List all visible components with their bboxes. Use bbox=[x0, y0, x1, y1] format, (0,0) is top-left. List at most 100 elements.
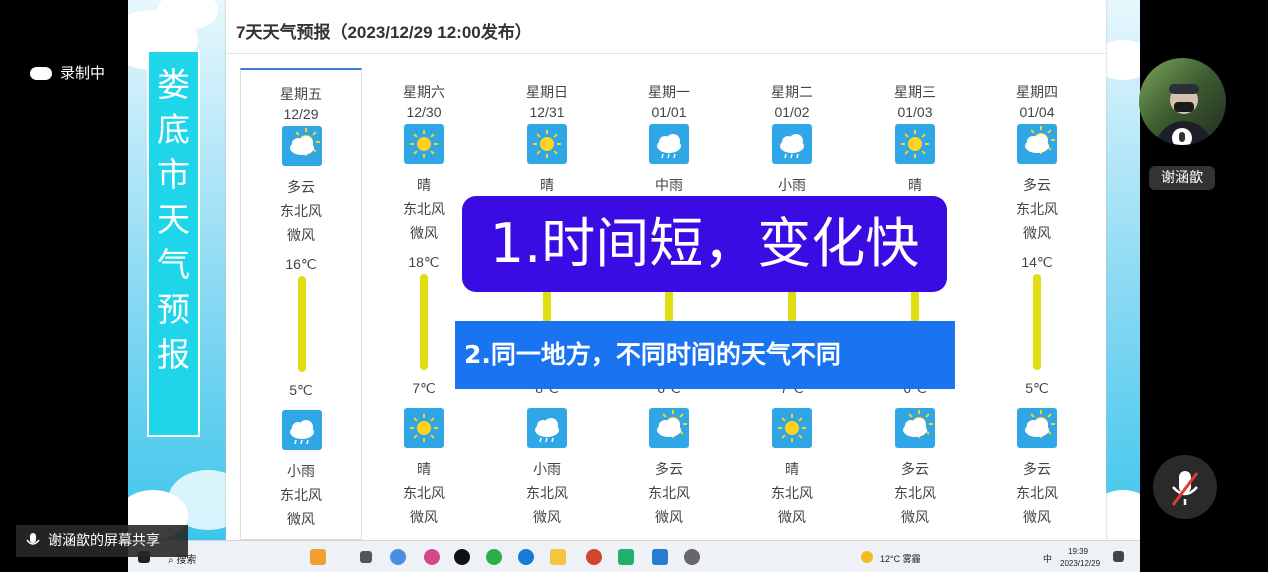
forecast-day-1[interactable]: 星期五 12/29 多云 东北风 微风 16℃ 5℃ 小雨 东北风 微风 bbox=[240, 68, 362, 540]
forecast-day-6[interactable]: 星期三01/03晴6℃多云东北风微风 bbox=[854, 68, 976, 540]
task-view-icon[interactable] bbox=[360, 551, 372, 563]
weekday: 星期一 bbox=[648, 84, 690, 100]
high-temp: 14℃ bbox=[1021, 254, 1053, 270]
wind-direction: 东北风 bbox=[1016, 201, 1058, 217]
light-rain-icon bbox=[772, 124, 812, 164]
day-weather: 晴 bbox=[540, 177, 554, 193]
screen-share-banner: 谢涵歆的屏幕共享 bbox=[16, 525, 188, 557]
app-icon[interactable] bbox=[424, 549, 440, 565]
sunny-icon bbox=[772, 408, 812, 448]
temp-range-bar bbox=[1033, 274, 1041, 370]
night-wind-level: 微风 bbox=[778, 509, 806, 525]
night-weather: 多云 bbox=[655, 461, 683, 477]
forecast-day-2[interactable]: 星期六 12/30 晴东北风 微风 18℃ 7℃ 晴东北风 微风 bbox=[363, 68, 485, 540]
mic-icon bbox=[26, 533, 40, 545]
night-wind-direction: 东北风 bbox=[403, 485, 445, 501]
photos-icon[interactable] bbox=[652, 549, 668, 565]
settings-icon[interactable] bbox=[684, 549, 700, 565]
night-weather: 小雨 bbox=[287, 463, 315, 479]
weekday: 星期四 bbox=[1016, 84, 1058, 100]
partly-cloudy-icon bbox=[649, 408, 689, 448]
vertical-title-char: 天 bbox=[157, 200, 190, 239]
moderate-rain-icon bbox=[649, 124, 689, 164]
date: 01/01 bbox=[651, 104, 687, 120]
vertical-title-char: 报 bbox=[157, 335, 190, 374]
vertical-title-char: 气 bbox=[157, 245, 190, 284]
date: 01/04 bbox=[1019, 104, 1055, 120]
night-wind-direction: 东北风 bbox=[648, 485, 690, 501]
notification-icon[interactable] bbox=[1113, 551, 1124, 562]
high-temp: 16℃ bbox=[285, 256, 317, 272]
forecast-day-7[interactable]: 星期四 01/04 多云 东北风 微风 14℃ 5℃ 多云 东北风 微风 bbox=[976, 68, 1098, 540]
clock-date[interactable]: 2023/12/29 bbox=[1060, 559, 1100, 568]
temp-range-bar bbox=[420, 274, 428, 370]
night-weather: 多云 bbox=[901, 461, 929, 477]
night-wind-direction: 东北风 bbox=[1016, 485, 1058, 501]
sunny-icon bbox=[895, 124, 935, 164]
vertical-title-char: 市 bbox=[157, 155, 190, 194]
partly-cloudy-icon bbox=[895, 408, 935, 448]
qq-icon[interactable] bbox=[454, 549, 470, 565]
recording-label: 录制中 bbox=[60, 64, 106, 82]
share-label: 谢涵歆的屏幕共享 bbox=[48, 533, 160, 549]
edge-icon[interactable] bbox=[518, 549, 534, 565]
browser-icon[interactable] bbox=[390, 549, 406, 565]
app-icon[interactable] bbox=[310, 549, 326, 565]
weekday: 星期六 bbox=[403, 84, 445, 100]
weekday: 星期三 bbox=[894, 84, 936, 100]
light-rain-icon bbox=[527, 408, 567, 448]
temp-range-bar bbox=[298, 276, 306, 372]
forecast-title: 7天天气预报（2023/12/29 12:00发布） bbox=[236, 23, 532, 42]
date: 12/30 bbox=[406, 104, 442, 120]
headline-overlay: 1.时间短，变化快 bbox=[462, 196, 947, 292]
folder-icon[interactable] bbox=[550, 549, 566, 565]
weekday: 星期日 bbox=[526, 84, 568, 100]
recording-indicator: 录制中 bbox=[30, 62, 105, 83]
day-weather: 多云 bbox=[287, 179, 315, 195]
day-weather: 小雨 bbox=[778, 177, 806, 193]
weather-icon bbox=[861, 551, 873, 563]
vertical-title-char: 预 bbox=[157, 290, 190, 329]
night-wind-level: 微风 bbox=[655, 509, 683, 525]
night-wind-level: 微风 bbox=[287, 511, 315, 527]
night-wind-level: 微风 bbox=[901, 509, 929, 525]
sunny-icon bbox=[404, 408, 444, 448]
day-weather: 多云 bbox=[1023, 177, 1051, 193]
mic-muted-icon bbox=[1171, 471, 1199, 506]
sunny-icon bbox=[527, 124, 567, 164]
day-weather: 晴 bbox=[908, 177, 922, 193]
forecast-day-3[interactable]: 星期日12/31晴8℃小雨东北风微风 bbox=[486, 68, 608, 540]
date: 12/31 bbox=[529, 104, 565, 120]
night-wind-direction: 东北风 bbox=[771, 485, 813, 501]
vertical-title: 娄底市天气预报 bbox=[147, 50, 200, 437]
forecast-day-5[interactable]: 星期二01/02小雨7℃晴东北风微风 bbox=[731, 68, 853, 540]
wind-direction: 东北风 bbox=[280, 203, 322, 219]
clock-time[interactable]: 19:39 bbox=[1068, 547, 1088, 556]
date: 01/03 bbox=[897, 104, 933, 120]
night-wind-direction: 东北风 bbox=[894, 485, 936, 501]
night-wind-level: 微风 bbox=[410, 509, 438, 525]
night-weather: 晴 bbox=[785, 461, 799, 477]
mute-button[interactable] bbox=[1153, 455, 1217, 519]
day-weather: 晴 bbox=[417, 177, 431, 193]
date: 01/02 bbox=[774, 104, 810, 120]
low-temp: 5℃ bbox=[289, 382, 313, 398]
sunny-icon bbox=[404, 124, 444, 164]
powerpoint-icon[interactable] bbox=[586, 549, 602, 565]
wechat-icon[interactable] bbox=[486, 549, 502, 565]
vertical-title-char: 娄 bbox=[157, 65, 190, 104]
low-temp: 5℃ bbox=[1025, 380, 1049, 396]
night-wind-level: 微风 bbox=[1023, 509, 1051, 525]
forecast-day-4[interactable]: 星期一01/01中雨6℃多云东北风微风 bbox=[608, 68, 730, 540]
taskbar-weather[interactable]: 12°C 雾霾 bbox=[880, 552, 921, 565]
partly-cloudy-icon bbox=[1017, 408, 1057, 448]
app-icon[interactable] bbox=[618, 549, 634, 565]
avatar[interactable] bbox=[1139, 58, 1226, 145]
ime-indicator[interactable]: 中 bbox=[1043, 552, 1052, 565]
person-icon bbox=[1154, 84, 1214, 145]
wind-level: 微风 bbox=[287, 227, 315, 243]
vertical-title-char: 底 bbox=[157, 110, 190, 149]
weekday: 星期二 bbox=[771, 84, 813, 100]
date: 12/29 bbox=[283, 106, 319, 122]
night-wind-direction: 东北风 bbox=[280, 487, 322, 503]
